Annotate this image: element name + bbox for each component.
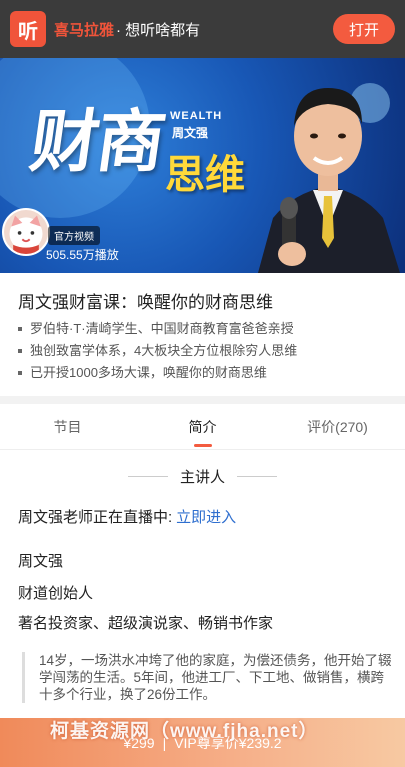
highlight-item: 已开授1000多场大课，唤醒你的财商思维 <box>18 362 297 384</box>
speaker-photo <box>258 88 400 273</box>
bullet-icon <box>18 327 22 331</box>
banner-title-sub: 思维 <box>165 151 245 198</box>
speaker-name: 周文强 <box>18 553 64 570</box>
vip-price: VIP尊享价¥239.2 <box>174 734 282 751</box>
course-title: 周文强财富课：唤醒你的财商思维 <box>18 293 273 312</box>
price: ¥299 <box>123 734 155 751</box>
heading-line <box>127 476 168 477</box>
section-divider <box>0 396 405 404</box>
heading-line <box>237 476 277 477</box>
speaker-heading: 主讲人 <box>0 466 405 487</box>
tab-episodes[interactable]: 节目 <box>0 404 135 449</box>
banner-title-main: 财商 <box>25 102 169 182</box>
app-logo-icon[interactable]: 听 <box>10 11 46 47</box>
speaker-role: 财道创始人 <box>18 585 94 602</box>
purchase-bar[interactable]: ¥299 | VIP尊享价¥239.2 <box>0 718 405 767</box>
open-app-button[interactable]: 打开 <box>333 14 395 44</box>
publisher-avatar[interactable] <box>2 208 50 256</box>
official-video-badge: 官方视频 <box>48 226 100 245</box>
highlight-item: 罗伯特·T·清崎学生、中国财商教育富爸爸亲授 <box>18 318 297 340</box>
speaker-titles: 著名投资家、超级演说家、畅销书作家 <box>18 615 274 632</box>
tab-intro[interactable]: 简介 <box>135 404 270 449</box>
bullet-icon <box>18 371 22 375</box>
course-highlights: 罗伯特·T·清崎学生、中国财商教育富爸爸亲授 独创致富学体系，4大板块全方位根除… <box>18 318 297 384</box>
course-banner[interactable]: 财商 WEALTH 周文强 思维 官方视频 505.55万播放 <box>0 58 405 273</box>
tab-bar: 节目 简介 评价(270) <box>0 404 405 450</box>
live-notice: 周文强老师正在直播中: 立即进入 <box>18 509 237 526</box>
tab-reviews[interactable]: 评价(270) <box>270 404 405 449</box>
active-tab-indicator <box>193 444 212 447</box>
bio-quote: 14岁，一场洪水冲垮了他的家庭，为偿还债务，他开始了辍学闯荡的生活。5年间，他进… <box>22 652 392 703</box>
top-app-bar: 听 喜马拉雅 · 想听啥都有 打开 <box>0 0 405 58</box>
bullet-icon <box>18 349 22 353</box>
price-divider: | <box>162 734 167 751</box>
banner-author: 周文强 <box>172 126 209 140</box>
banner-wealth-label: WEALTH <box>170 110 223 122</box>
brand-name: 喜马拉雅 <box>54 21 115 39</box>
slogan: · 想听啥都有 <box>116 21 201 39</box>
enter-live-link[interactable]: 立即进入 <box>176 509 236 526</box>
highlight-item: 独创致富学体系，4大板块全方位根除穷人思维 <box>18 340 297 362</box>
play-count: 505.55万播放 <box>46 248 119 262</box>
